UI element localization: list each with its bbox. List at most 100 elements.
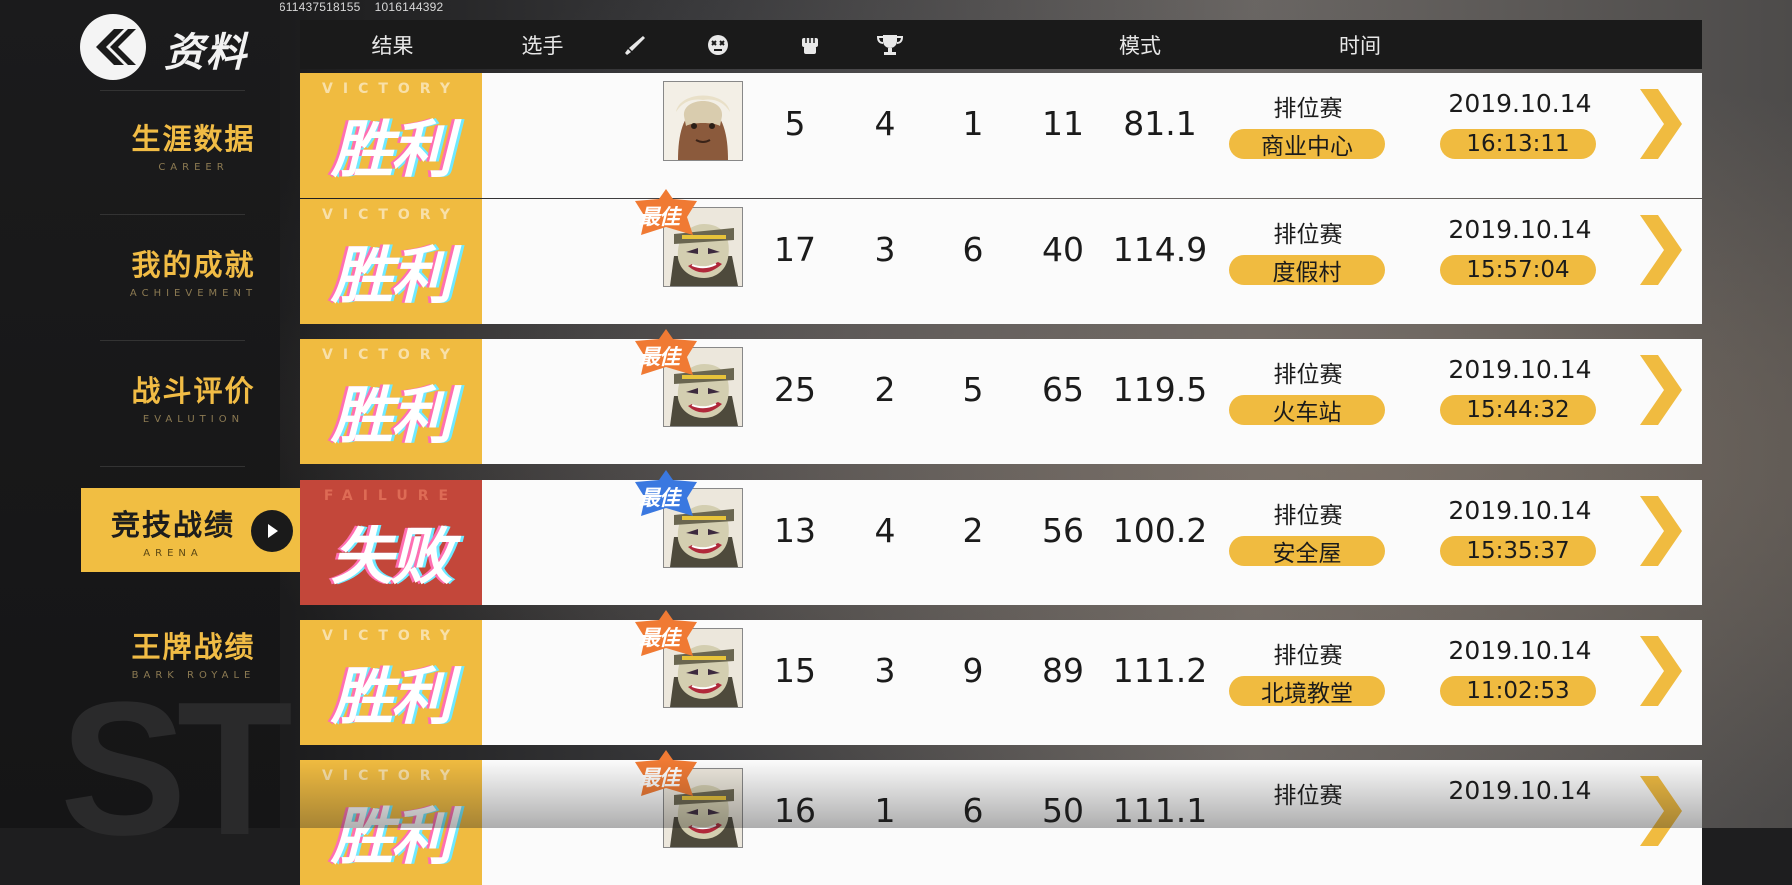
match-row[interactable]: VICTORY 胜利 5 4 1 11 81.1 排位赛 商业中心 2019.10.14 16:13… bbox=[300, 73, 1702, 198]
chevron-right-icon[interactable] bbox=[1638, 355, 1682, 425]
double-chevron-left-icon bbox=[96, 29, 136, 65]
match-row[interactable]: FAILURE 失败 最佳 13 4 2 56 100.2 排位赛 安全屋 2019.10.14 15… bbox=[300, 470, 1702, 605]
result-label: 胜利 bbox=[330, 113, 453, 186]
nav-item-sublabel: ACHIEVEMENT bbox=[129, 287, 258, 299]
result-label-en: VICTORY bbox=[322, 768, 460, 784]
trophy-icon bbox=[870, 20, 910, 69]
match-row[interactable]: VICTORY 胜利 最佳 16 1 6 50 111.1 排位赛 2019.10.14 bbox=[300, 750, 1702, 885]
result-victory: VICTORY 胜利 bbox=[300, 73, 482, 198]
trophy-value: 56 bbox=[1042, 510, 1084, 550]
match-date: 2019.10.14 bbox=[1448, 89, 1592, 118]
map-pill: 商业中心 bbox=[1229, 129, 1385, 160]
nav-item-label: 我的成就 bbox=[131, 247, 256, 282]
mode-label: 排位赛 bbox=[1273, 222, 1343, 248]
deaths-value: 4 bbox=[874, 510, 896, 550]
result-label-en: FAILURE bbox=[323, 488, 459, 504]
match-time: 15:44:32 bbox=[1440, 395, 1596, 425]
best-badge: 最佳 bbox=[635, 470, 697, 518]
play-icon bbox=[251, 510, 293, 552]
result-label-en: VICTORY bbox=[322, 207, 460, 223]
assist-icon bbox=[790, 20, 830, 69]
match-date: 2019.10.14 bbox=[1448, 776, 1592, 805]
match-row[interactable]: VICTORY 胜利 最佳 17 3 6 40 114.9 排位赛 度假村 2019.10.14 15… bbox=[300, 189, 1702, 324]
kills-value: 5 bbox=[784, 103, 806, 143]
match-date: 2019.10.14 bbox=[1448, 496, 1592, 525]
kill-icon bbox=[615, 20, 655, 69]
mode-label: 排位赛 bbox=[1273, 503, 1343, 529]
kills-value: 15 bbox=[774, 650, 816, 690]
nav-item-sublabel: EVALUTION bbox=[142, 413, 245, 425]
map-pill: 火车站 bbox=[1229, 395, 1385, 426]
mode-label: 排位赛 bbox=[1273, 362, 1343, 388]
chevron-right-icon[interactable] bbox=[1638, 215, 1682, 285]
result-label: 胜利 bbox=[330, 379, 453, 452]
mode-label: 排位赛 bbox=[1273, 643, 1343, 669]
deaths-value: 3 bbox=[874, 650, 896, 690]
page-title: 资料 bbox=[164, 30, 248, 76]
match-row[interactable]: VICTORY 胜利 最佳 15 3 9 89 111.2 排位赛 北境教堂 2019.10.14 1… bbox=[300, 610, 1702, 745]
result-victory: VICTORY 胜利 bbox=[300, 199, 482, 324]
nav-item-label: 王牌战绩 bbox=[131, 629, 256, 664]
match-row[interactable]: VICTORY 胜利 最佳 25 2 5 65 119.5 排位赛 火车站 2019.10.14 15… bbox=[300, 329, 1702, 464]
best-badge: 最佳 bbox=[635, 610, 697, 658]
deaths-value: 3 bbox=[874, 229, 896, 269]
nav-item-evaluation[interactable]: 战斗评价 EVALUTION bbox=[81, 354, 306, 438]
result-label: 胜利 bbox=[330, 239, 453, 312]
result-failure: FAILURE 失败 bbox=[300, 480, 482, 605]
best-badge: 最佳 bbox=[635, 189, 697, 237]
map-pill: 安全屋 bbox=[1229, 536, 1385, 567]
match-time: 15:57:04 bbox=[1440, 255, 1596, 285]
nav-divider bbox=[100, 466, 245, 467]
character-avatar bbox=[663, 81, 743, 161]
assists-value: 1 bbox=[962, 103, 984, 143]
score-value: 111.2 bbox=[1112, 650, 1208, 690]
assists-value: 5 bbox=[962, 369, 984, 409]
best-badge-label: 最佳 bbox=[639, 345, 680, 369]
nav-item-bark-royale[interactable]: 王牌战绩 BARK ROYALE bbox=[81, 610, 306, 694]
result-label-en: VICTORY bbox=[322, 628, 460, 644]
assists-value: 9 bbox=[962, 650, 984, 690]
map-pill: 度假村 bbox=[1229, 255, 1385, 286]
match-date: 2019.10.14 bbox=[1448, 636, 1592, 665]
nav-item-label: 竞技战绩 bbox=[110, 507, 235, 542]
nav-divider bbox=[100, 340, 245, 341]
best-badge: 最佳 bbox=[635, 329, 697, 377]
header-player: 选手 bbox=[521, 33, 564, 58]
result-label: 胜利 bbox=[330, 800, 453, 873]
nav-item-career[interactable]: 生涯数据 CAREER bbox=[81, 102, 306, 186]
nav-item-arena[interactable]: 竞技战绩 ARENA bbox=[81, 488, 305, 572]
assists-value: 2 bbox=[962, 510, 984, 550]
mode-label: 排位赛 bbox=[1273, 783, 1343, 809]
trophy-value: 11 bbox=[1042, 103, 1084, 143]
nav-divider bbox=[100, 214, 245, 215]
result-label: 失败 bbox=[330, 520, 453, 593]
deaths-value: 2 bbox=[874, 369, 896, 409]
assists-value: 6 bbox=[962, 229, 984, 269]
best-badge-label: 最佳 bbox=[639, 766, 680, 790]
best-badge-label: 最佳 bbox=[639, 486, 680, 510]
result-victory: VICTORY 胜利 bbox=[300, 339, 482, 464]
score-value: 119.5 bbox=[1112, 369, 1208, 409]
assists-value: 6 bbox=[962, 790, 984, 830]
chevron-right-icon[interactable] bbox=[1638, 496, 1682, 566]
header-time: 时间 bbox=[1339, 33, 1381, 58]
chevron-right-icon[interactable] bbox=[1638, 776, 1682, 846]
trophy-value: 40 bbox=[1042, 229, 1084, 269]
result-victory: VICTORY 胜利 bbox=[300, 620, 482, 745]
result-label-en: VICTORY bbox=[322, 347, 460, 363]
nav-item-sublabel: ARENA bbox=[143, 547, 203, 559]
back-button[interactable] bbox=[80, 14, 146, 80]
match-time: 15:35:37 bbox=[1440, 536, 1596, 566]
match-date: 2019.10.14 bbox=[1448, 355, 1592, 384]
kills-value: 13 bbox=[774, 510, 816, 550]
kills-value: 25 bbox=[774, 369, 816, 409]
nav-item-achievement[interactable]: 我的成就 ACHIEVEMENT bbox=[81, 228, 306, 312]
chevron-right-icon[interactable] bbox=[1638, 636, 1682, 706]
best-badge-label: 最佳 bbox=[639, 205, 680, 229]
result-label: 胜利 bbox=[330, 660, 453, 733]
table-header: 结果 选手 模式 时间 bbox=[300, 20, 1702, 69]
chevron-right-icon[interactable] bbox=[1638, 89, 1682, 159]
nav-item-sublabel: BARK ROYALE bbox=[131, 669, 256, 681]
trophy-value: 89 bbox=[1042, 650, 1084, 690]
kills-value: 16 bbox=[774, 790, 816, 830]
